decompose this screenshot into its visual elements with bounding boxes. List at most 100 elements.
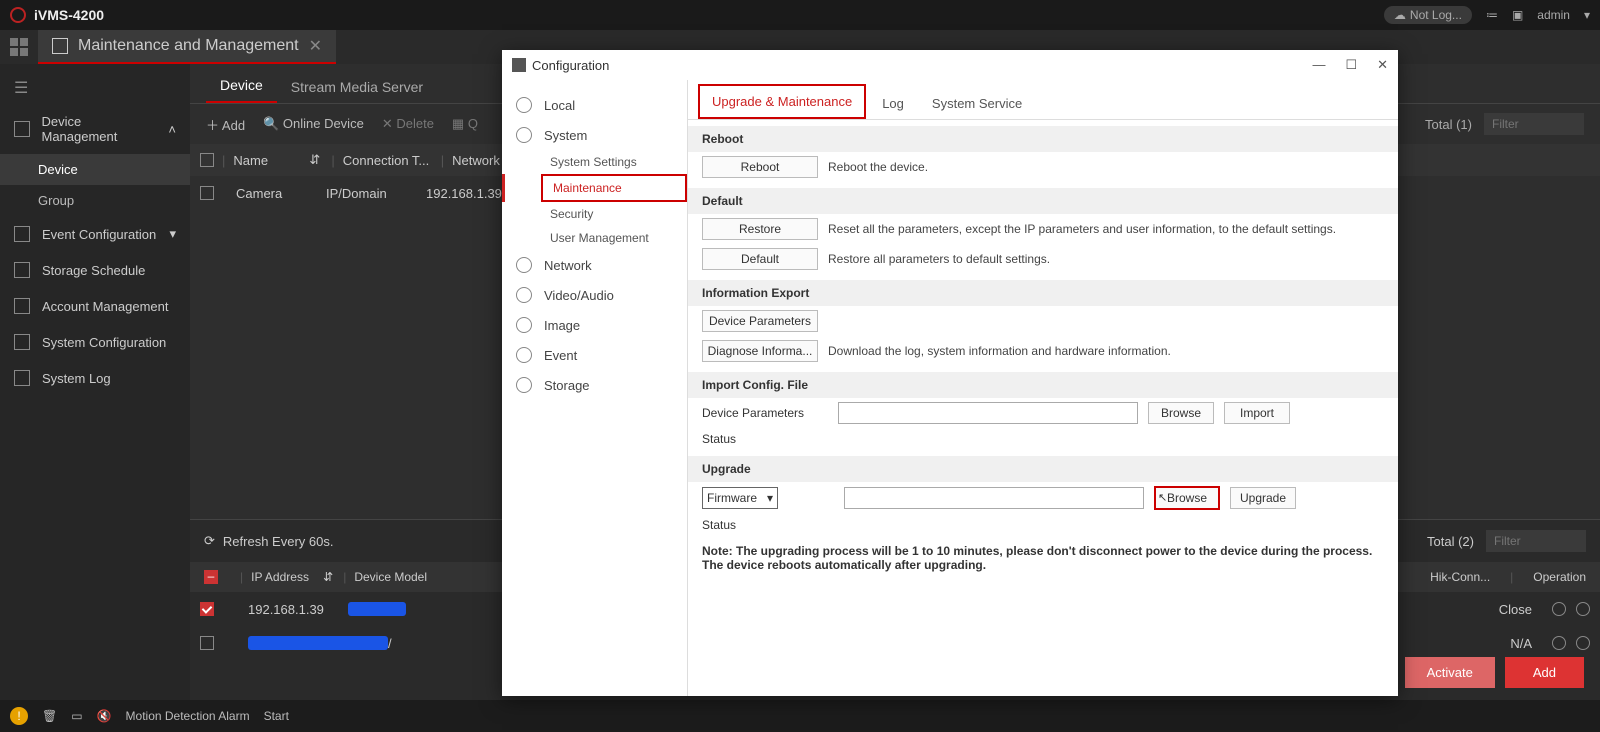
upgrade-browse-button[interactable]: ↖ Browse bbox=[1154, 486, 1220, 510]
minimize-icon[interactable]: — bbox=[1312, 57, 1325, 73]
nav-security[interactable]: Security bbox=[502, 202, 687, 226]
op-icon[interactable] bbox=[1552, 602, 1566, 616]
nav-label: Network bbox=[544, 258, 592, 273]
chevron-down-icon[interactable]: ▾ bbox=[1584, 8, 1590, 22]
op-icon[interactable] bbox=[1576, 602, 1590, 616]
nav-label: Event bbox=[544, 348, 577, 363]
refresh-icon[interactable]: ⟳ bbox=[204, 533, 215, 549]
event-icon bbox=[14, 226, 30, 242]
delete-button[interactable]: ✕ Delete bbox=[382, 116, 434, 132]
tab-label: Stream Media Server bbox=[291, 79, 423, 95]
maximize-icon[interactable]: ☐ bbox=[1345, 57, 1357, 73]
nav-account[interactable]: Account Management bbox=[0, 288, 190, 324]
close-icon[interactable]: ✕ bbox=[1377, 57, 1388, 73]
nav-label: Event Configuration bbox=[42, 227, 156, 242]
select-value: Firmware bbox=[707, 491, 757, 505]
nav-sub-group[interactable]: Group bbox=[0, 185, 190, 216]
tab-label: System Service bbox=[932, 96, 1022, 111]
filter-input[interactable] bbox=[1484, 113, 1584, 135]
image-icon bbox=[516, 317, 532, 333]
row-checkbox-checked[interactable] bbox=[200, 602, 214, 616]
nav-label: System bbox=[544, 128, 587, 143]
online-device-button[interactable]: 🔍 Online Device bbox=[263, 116, 364, 132]
btn-label: Add bbox=[222, 118, 245, 133]
warning-icon[interactable]: ! bbox=[10, 707, 28, 725]
active-tab[interactable]: Maintenance and Management ✕ bbox=[38, 30, 336, 64]
nav-sub-device[interactable]: Device bbox=[0, 154, 190, 185]
activate-button[interactable]: Activate bbox=[1405, 657, 1495, 688]
upgrade-path-input[interactable] bbox=[844, 487, 1144, 509]
sort-icon[interactable]: ⇵ bbox=[309, 152, 323, 168]
tab-system-service[interactable]: System Service bbox=[920, 88, 1034, 119]
chevron-down-icon: ▾ bbox=[767, 491, 773, 505]
nav-video-audio[interactable]: Video/Audio bbox=[502, 280, 687, 310]
nav-user-management[interactable]: User Management bbox=[502, 226, 687, 250]
nav-event-config[interactable]: Event Configuration▾ bbox=[0, 216, 190, 252]
mute-icon[interactable]: 🔇 bbox=[97, 709, 112, 723]
diagnose-info-button[interactable]: Diagnose Informa... bbox=[702, 340, 818, 362]
trash-icon[interactable]: 🗑 bbox=[42, 709, 57, 723]
grid-icon[interactable] bbox=[10, 38, 28, 56]
row-checkbox[interactable] bbox=[200, 636, 214, 650]
device-parameters-button[interactable]: Device Parameters bbox=[702, 310, 818, 332]
default-button[interactable]: Default bbox=[702, 248, 818, 270]
nav-local[interactable]: Local bbox=[502, 90, 687, 120]
list-icon[interactable]: ≔ bbox=[1486, 8, 1498, 22]
add-button[interactable]: Add bbox=[1505, 657, 1584, 688]
cloud-icon: ☁ bbox=[1394, 8, 1406, 22]
sort-icon[interactable]: ⇵ bbox=[323, 570, 333, 584]
op-icon[interactable] bbox=[1576, 636, 1590, 650]
col-model[interactable]: Device Model bbox=[346, 570, 427, 584]
popup-icon[interactable]: ▭ bbox=[71, 709, 82, 723]
tab-stream-media[interactable]: Stream Media Server bbox=[277, 71, 437, 103]
import-path-input[interactable] bbox=[838, 402, 1138, 424]
op-icon[interactable] bbox=[1552, 636, 1566, 650]
search-icon: 🔍 bbox=[263, 116, 279, 131]
qr-icon[interactable]: ▦ Q bbox=[452, 116, 478, 132]
filter-input-bottom[interactable] bbox=[1486, 530, 1586, 552]
section-export: Information Export bbox=[688, 280, 1398, 306]
dialog-main: Upgrade & Maintenance Log System Service… bbox=[688, 80, 1398, 696]
import-button[interactable]: Import bbox=[1224, 402, 1290, 424]
nav-network[interactable]: Network bbox=[502, 250, 687, 280]
col-ip[interactable]: IP Address bbox=[243, 570, 323, 584]
nav-event[interactable]: Event bbox=[502, 340, 687, 370]
left-sidebar: ☰ Device Management ˄ Device Group Event… bbox=[0, 64, 190, 700]
col-hik[interactable]: Hik-Conn... bbox=[1430, 570, 1490, 584]
btn-label: Import bbox=[1240, 406, 1274, 420]
select-all-checkbox[interactable] bbox=[200, 153, 214, 167]
nav-maintenance[interactable]: Maintenance bbox=[541, 174, 687, 202]
close-icon[interactable]: ✕ bbox=[309, 36, 322, 56]
tab-upgrade-maintenance[interactable]: Upgrade & Maintenance bbox=[698, 84, 866, 119]
nav-storage[interactable]: Storage bbox=[502, 370, 687, 400]
nav-storage-schedule[interactable]: Storage Schedule bbox=[0, 252, 190, 288]
nav-system-settings[interactable]: System Settings bbox=[502, 150, 687, 174]
nav-system-log[interactable]: System Log bbox=[0, 360, 190, 396]
picture-icon[interactable]: ▣ bbox=[1512, 8, 1523, 22]
cell-ip-redacted bbox=[248, 636, 388, 650]
btn-label: Reboot bbox=[741, 160, 780, 174]
nav-image[interactable]: Image bbox=[502, 310, 687, 340]
reboot-button[interactable]: Reboot bbox=[702, 156, 818, 178]
firmware-select[interactable]: Firmware ▾ bbox=[702, 487, 778, 509]
tab-device[interactable]: Device bbox=[206, 69, 277, 103]
nav-label: Video/Audio bbox=[544, 288, 614, 303]
col-name[interactable]: Name bbox=[233, 153, 309, 168]
deselect-all-icon[interactable]: – bbox=[204, 570, 218, 584]
hamburger-icon[interactable]: ☰ bbox=[0, 72, 190, 104]
restore-button[interactable]: Restore bbox=[702, 218, 818, 240]
col-connection[interactable]: Connection T... bbox=[343, 153, 433, 168]
upgrade-note: Note: The upgrading process will be 1 to… bbox=[688, 536, 1398, 580]
upgrade-button[interactable]: Upgrade bbox=[1230, 487, 1296, 509]
nav-system[interactable]: System bbox=[502, 120, 687, 150]
btn-label: Browse bbox=[1167, 491, 1207, 505]
browse-button[interactable]: Browse bbox=[1148, 402, 1214, 424]
add-button[interactable]: ＋ Add bbox=[206, 115, 245, 134]
tab-log[interactable]: Log bbox=[870, 88, 916, 119]
user-label[interactable]: admin bbox=[1537, 8, 1570, 22]
nav-device-management[interactable]: Device Management ˄ bbox=[0, 104, 190, 154]
row-checkbox[interactable] bbox=[200, 186, 214, 200]
col-operation[interactable]: Operation bbox=[1533, 570, 1586, 584]
nav-system-config[interactable]: System Configuration bbox=[0, 324, 190, 360]
cloud-login-button[interactable]: ☁ Not Log... bbox=[1384, 6, 1472, 24]
